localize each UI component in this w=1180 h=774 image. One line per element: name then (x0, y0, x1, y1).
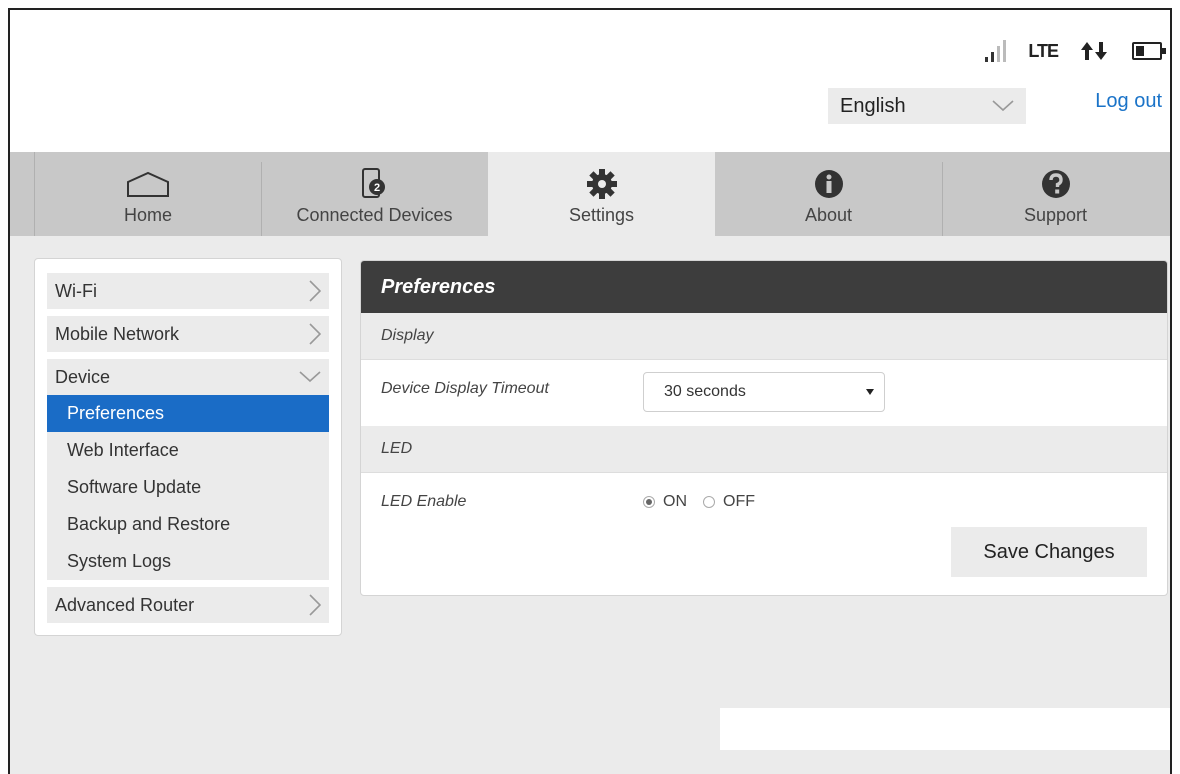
home-icon (127, 171, 169, 197)
sidebar-item-mobile-network[interactable]: Mobile Network (47, 316, 329, 352)
display-timeout-select[interactable]: 30 seconds (643, 372, 885, 412)
network-type-label: LTE (1028, 40, 1059, 61)
tab-home[interactable]: Home (34, 152, 261, 236)
chevron-down-icon (992, 100, 1014, 112)
tab-about-label: About (804, 205, 853, 225)
connected-count-badge: 2 (373, 182, 379, 194)
section-led: LED (361, 426, 1167, 473)
tab-settings[interactable]: Settings (488, 152, 715, 236)
panel-title: Preferences (361, 261, 1167, 313)
tab-about[interactable]: About (715, 152, 942, 236)
sidebar-item-label: Wi-Fi (55, 280, 97, 301)
battery-icon (1132, 42, 1166, 60)
chevron-right-icon (309, 594, 321, 616)
led-off-radio[interactable]: OFF (703, 493, 755, 511)
tab-support-label: Support (1023, 205, 1088, 225)
section-display: Display (361, 313, 1167, 360)
preferences-panel: Preferences Display Device Display Timeo… (360, 260, 1168, 596)
sidebar-item-device[interactable]: Device (47, 359, 329, 395)
sidebar-subitem-software-update[interactable]: Software Update (47, 469, 329, 506)
tab-connected-devices[interactable]: 2 Connected Devices (261, 152, 488, 236)
sidebar-item-label: Device (55, 366, 111, 387)
data-transfer-icon (1081, 42, 1107, 60)
led-off-label: OFF (723, 493, 755, 510)
sidebar-item-advanced-router[interactable]: Advanced Router (47, 587, 329, 623)
footer-area (720, 708, 1170, 750)
info-icon (814, 170, 843, 198)
chevron-down-icon (299, 371, 321, 383)
connected-devices-icon: 2 (361, 168, 385, 198)
sidebar-subitem-system-logs[interactable]: System Logs (47, 543, 329, 580)
language-select[interactable]: English (828, 88, 1026, 124)
gear-icon (586, 169, 617, 199)
display-timeout-label: Device Display Timeout (381, 380, 549, 397)
sidebar-item-wifi[interactable]: Wi-Fi (47, 273, 329, 309)
help-icon (1041, 170, 1070, 198)
sidebar-subitem-preferences[interactable]: Preferences (47, 395, 329, 432)
status-bar: LTE (985, 40, 1166, 62)
save-changes-button[interactable]: Save Changes (951, 527, 1147, 577)
tab-settings-label: Settings (568, 205, 635, 225)
language-select-value: English (840, 94, 906, 117)
led-on-radio[interactable]: ON (643, 493, 687, 511)
sidebar-subitem-web-interface[interactable]: Web Interface (47, 432, 329, 469)
led-enable-label: LED Enable (381, 493, 467, 510)
led-enable-radios: ON OFF (643, 493, 771, 511)
sidebar-subitem-backup-restore[interactable]: Backup and Restore (47, 506, 329, 543)
display-timeout-row: Device Display Timeout 30 seconds (361, 360, 1167, 426)
settings-sidebar: Wi-Fi Mobile Network Device Preferences … (34, 258, 342, 636)
caret-down-icon (866, 389, 874, 395)
signal-strength-icon (985, 40, 1007, 62)
logout-link[interactable]: Log out (1095, 90, 1162, 113)
chevron-right-icon (309, 280, 321, 302)
tab-connected-devices-label: Connected Devices (296, 205, 453, 225)
main-nav: Home 2 Connected Devices Settings About … (10, 152, 1170, 236)
tab-home-label: Home (123, 205, 172, 225)
tab-support[interactable]: Support (942, 152, 1169, 236)
led-on-label: ON (663, 493, 687, 510)
chevron-right-icon (309, 323, 321, 345)
radio-selected-icon (643, 496, 655, 508)
browser-frame: LTE English Log out Home 2 Connected Dev… (8, 8, 1172, 774)
display-timeout-value: 30 seconds (664, 383, 746, 400)
header: LTE English Log out (10, 10, 1170, 152)
sidebar-item-label: Advanced Router (55, 594, 195, 615)
sidebar-group-device: Device Preferences Web Interface Softwar… (47, 359, 329, 580)
radio-unselected-icon (703, 496, 715, 508)
sidebar-item-label: Mobile Network (55, 323, 180, 344)
